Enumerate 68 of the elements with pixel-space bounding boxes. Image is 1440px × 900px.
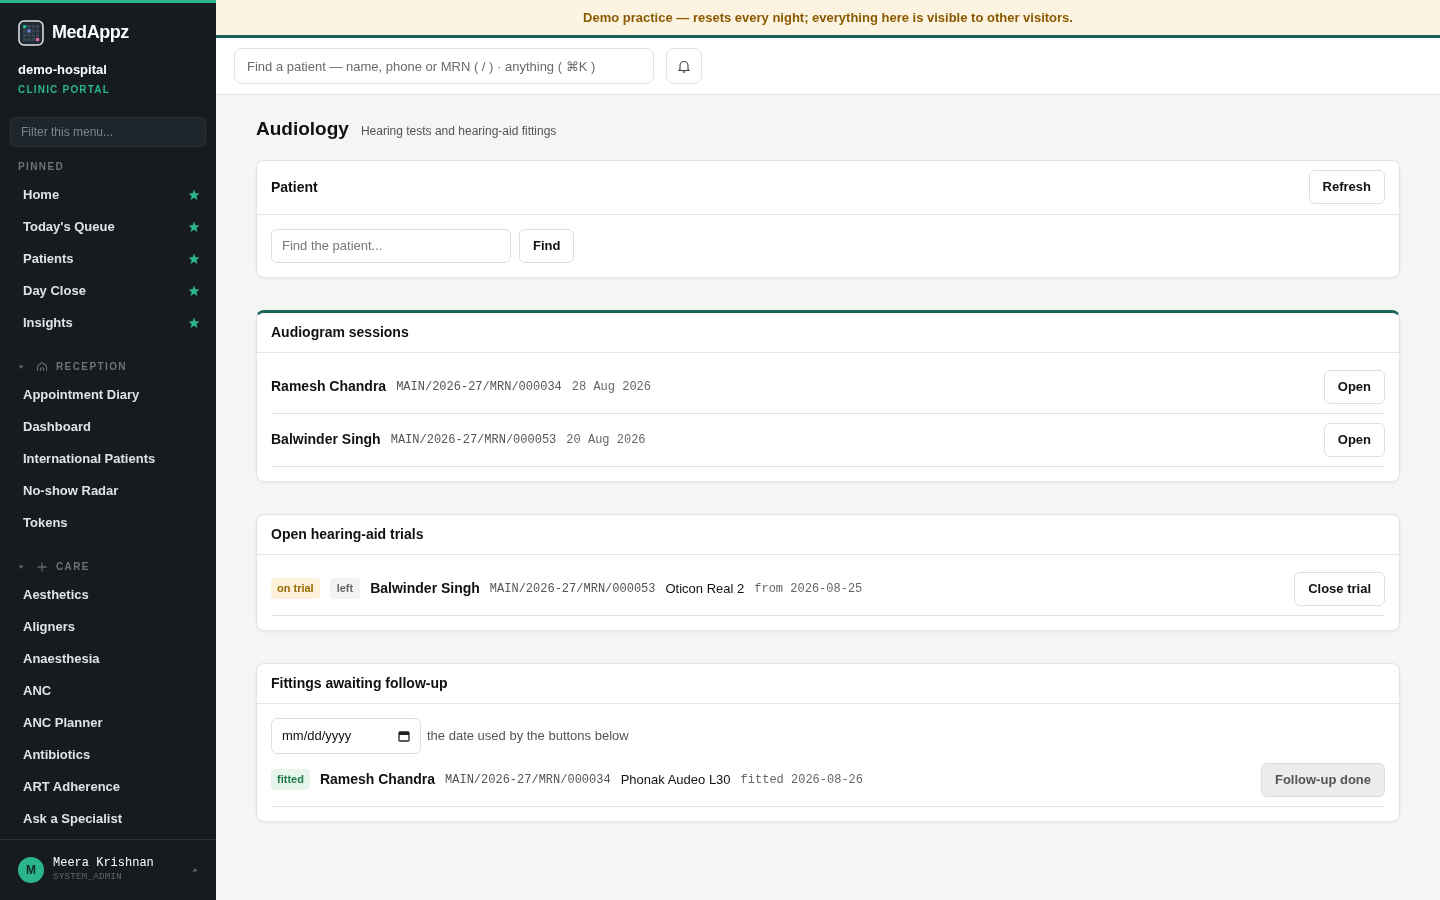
nav-item[interactable]: Today's Queue xyxy=(23,216,115,237)
nav-item[interactable]: Anaesthesia xyxy=(23,648,100,669)
caret-icon xyxy=(192,867,198,873)
date-text: 28 Aug 2026 xyxy=(571,378,651,396)
section-title: Audiogram sessions xyxy=(271,322,409,342)
date-hint: the date used by the buttons below xyxy=(427,726,629,745)
plus-icon xyxy=(36,560,48,573)
patient-name: Balwinder Singh xyxy=(370,579,480,598)
nav-item[interactable]: Ask a Specialist xyxy=(23,808,122,829)
nav-item[interactable]: Aesthetics xyxy=(23,584,89,605)
nav-item[interactable]: Appointment Diary xyxy=(23,384,140,405)
date-text: fitted 2026-08-26 xyxy=(740,771,863,789)
nav-item[interactable]: Insights xyxy=(23,312,73,333)
logo-icon xyxy=(18,19,44,46)
status-tag: on trial xyxy=(271,578,320,599)
device-name: Phonak Audeo L30 xyxy=(620,770,731,789)
action-button[interactable]: Open xyxy=(1323,369,1385,404)
status-tag: fitted xyxy=(271,769,310,790)
nav-item[interactable]: ANC Planner xyxy=(23,712,103,733)
section-title: Patient xyxy=(271,177,318,197)
nav-item[interactable]: ANC xyxy=(23,680,52,701)
user-name: Meera Krishnan xyxy=(53,855,155,871)
user-avatar: M xyxy=(18,857,44,883)
filter-field[interactable]: Filter this menu... xyxy=(10,116,206,147)
section-label: RECEPTION xyxy=(56,360,127,374)
mrn-text: MAIN/2026-27/MRN/000053 xyxy=(489,580,656,598)
nav-item[interactable]: International Patients xyxy=(23,448,156,469)
device-name: Oticon Real 2 xyxy=(665,579,745,598)
house-icon xyxy=(36,360,48,373)
calendar-icon xyxy=(398,729,410,742)
section-label: PINNED xyxy=(18,160,65,174)
date-text: from 2026-08-25 xyxy=(754,580,863,598)
date-field[interactable]: mm/dd/yyyy xyxy=(271,717,421,754)
nav-item[interactable]: Antibiotics xyxy=(23,744,91,765)
nav-item[interactable]: Day Close xyxy=(23,280,86,301)
patient-search-field[interactable]: Find the patient... xyxy=(271,228,511,263)
patient-name: Ramesh Chandra xyxy=(319,770,436,789)
action-button[interactable]: Find xyxy=(519,228,575,263)
nav-item[interactable]: No-show Radar xyxy=(23,480,119,501)
bell-icon xyxy=(678,59,690,73)
page-title: Audiology xyxy=(256,117,349,141)
portal-label: CLINIC PORTAL xyxy=(17,82,112,97)
date-text: 20 Aug 2026 xyxy=(566,431,646,449)
brand-name: MedAppz xyxy=(52,21,129,44)
section-label: CARE xyxy=(56,560,90,574)
page-subtitle: Hearing tests and hearing-aid fittings xyxy=(360,123,557,140)
patient-name: Balwinder Singh xyxy=(271,430,381,449)
section-title: Fittings awaiting follow-up xyxy=(271,673,448,693)
nav-item[interactable]: ART Adherence xyxy=(23,776,121,797)
mrn-text: MAIN/2026-27/MRN/000034 xyxy=(396,378,562,396)
action-button[interactable]: Refresh xyxy=(1308,170,1385,204)
section-title: Open hearing-aid trials xyxy=(271,524,424,544)
organization-name: demo-hospital xyxy=(17,61,108,79)
nav-item[interactable]: Aligners xyxy=(23,616,75,637)
notice-text: Demo practice — resets every night; everything here is visible to other visitors. xyxy=(583,8,1073,27)
nav-item[interactable]: Dashboard xyxy=(23,416,91,437)
action-button[interactable]: Close trial xyxy=(1294,571,1385,606)
notifications-button[interactable] xyxy=(666,48,702,84)
action-button[interactable]: Open xyxy=(1323,422,1385,457)
side-tag: left xyxy=(329,578,361,599)
nav-item[interactable]: Home xyxy=(23,184,60,205)
user-role: SYSTEM_ADMIN xyxy=(53,870,124,884)
nav-item[interactable]: Patients xyxy=(23,248,74,269)
patient-name: Ramesh Chandra xyxy=(271,377,387,396)
mrn-text: MAIN/2026-27/MRN/000034 xyxy=(445,771,611,789)
nav-item[interactable]: Tokens xyxy=(23,512,68,533)
search-field[interactable]: Find a patient — name, phone or MRN ( / ) · anything ( ⌘K ) xyxy=(234,48,654,84)
mrn-text: MAIN/2026-27/MRN/000053 xyxy=(390,431,557,449)
